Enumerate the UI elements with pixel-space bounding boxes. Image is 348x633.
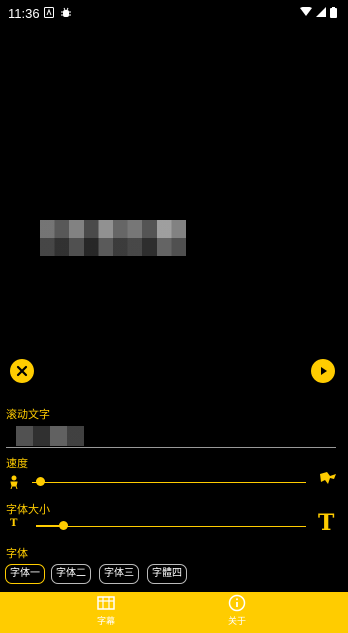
signal-icon (316, 7, 326, 21)
font-option-2[interactable]: 字体二 (51, 564, 91, 584)
font-size-label: 字体大小 (6, 503, 50, 516)
speed-slider-thumb[interactable] (36, 477, 46, 486)
notification-a-icon (44, 7, 54, 22)
scroll-text-label: 滚动文字 (6, 408, 50, 421)
speed-label: 速度 (6, 457, 28, 470)
battery-icon (330, 7, 337, 22)
runner-icon (318, 470, 338, 490)
play-button[interactable] (311, 359, 335, 383)
marquee-text-redacted (40, 220, 186, 256)
scroll-text-input[interactable] (6, 424, 336, 448)
close-button[interactable] (10, 359, 34, 383)
font-option-3[interactable]: 字体三 (99, 564, 139, 584)
subtitle-icon (97, 596, 115, 610)
marquee-preview (0, 28, 348, 358)
status-time: 11:36 (8, 6, 40, 21)
font-size-slider-track[interactable] (36, 526, 306, 527)
play-icon (321, 367, 327, 375)
font-size-slider-row: T T (6, 510, 338, 536)
scroll-text-redacted (16, 426, 84, 446)
nav-subtitle-label: 字幕 (96, 617, 115, 627)
large-t-icon: T (318, 510, 335, 536)
nav-about-label: 关于 (227, 617, 246, 627)
font-option-1[interactable]: 字体一 (5, 564, 45, 584)
bug-icon (60, 7, 72, 23)
wifi-icon (300, 6, 312, 21)
status-bar: 11:36 (0, 0, 348, 28)
font-label: 字体 (6, 547, 28, 560)
speed-slider-row (6, 472, 338, 492)
bottom-nav: 字幕 关于 (0, 592, 348, 633)
speed-slider-track[interactable] (32, 482, 306, 483)
font-size-slider-thumb[interactable] (59, 521, 68, 530)
nav-about[interactable]: 关于 (197, 594, 277, 632)
walker-icon (8, 474, 20, 493)
small-t-icon: T (10, 518, 18, 529)
font-option-4[interactable]: 字體四 (147, 564, 187, 584)
nav-subtitle[interactable]: 字幕 (66, 594, 146, 632)
close-icon (16, 365, 28, 377)
info-icon (228, 594, 246, 612)
